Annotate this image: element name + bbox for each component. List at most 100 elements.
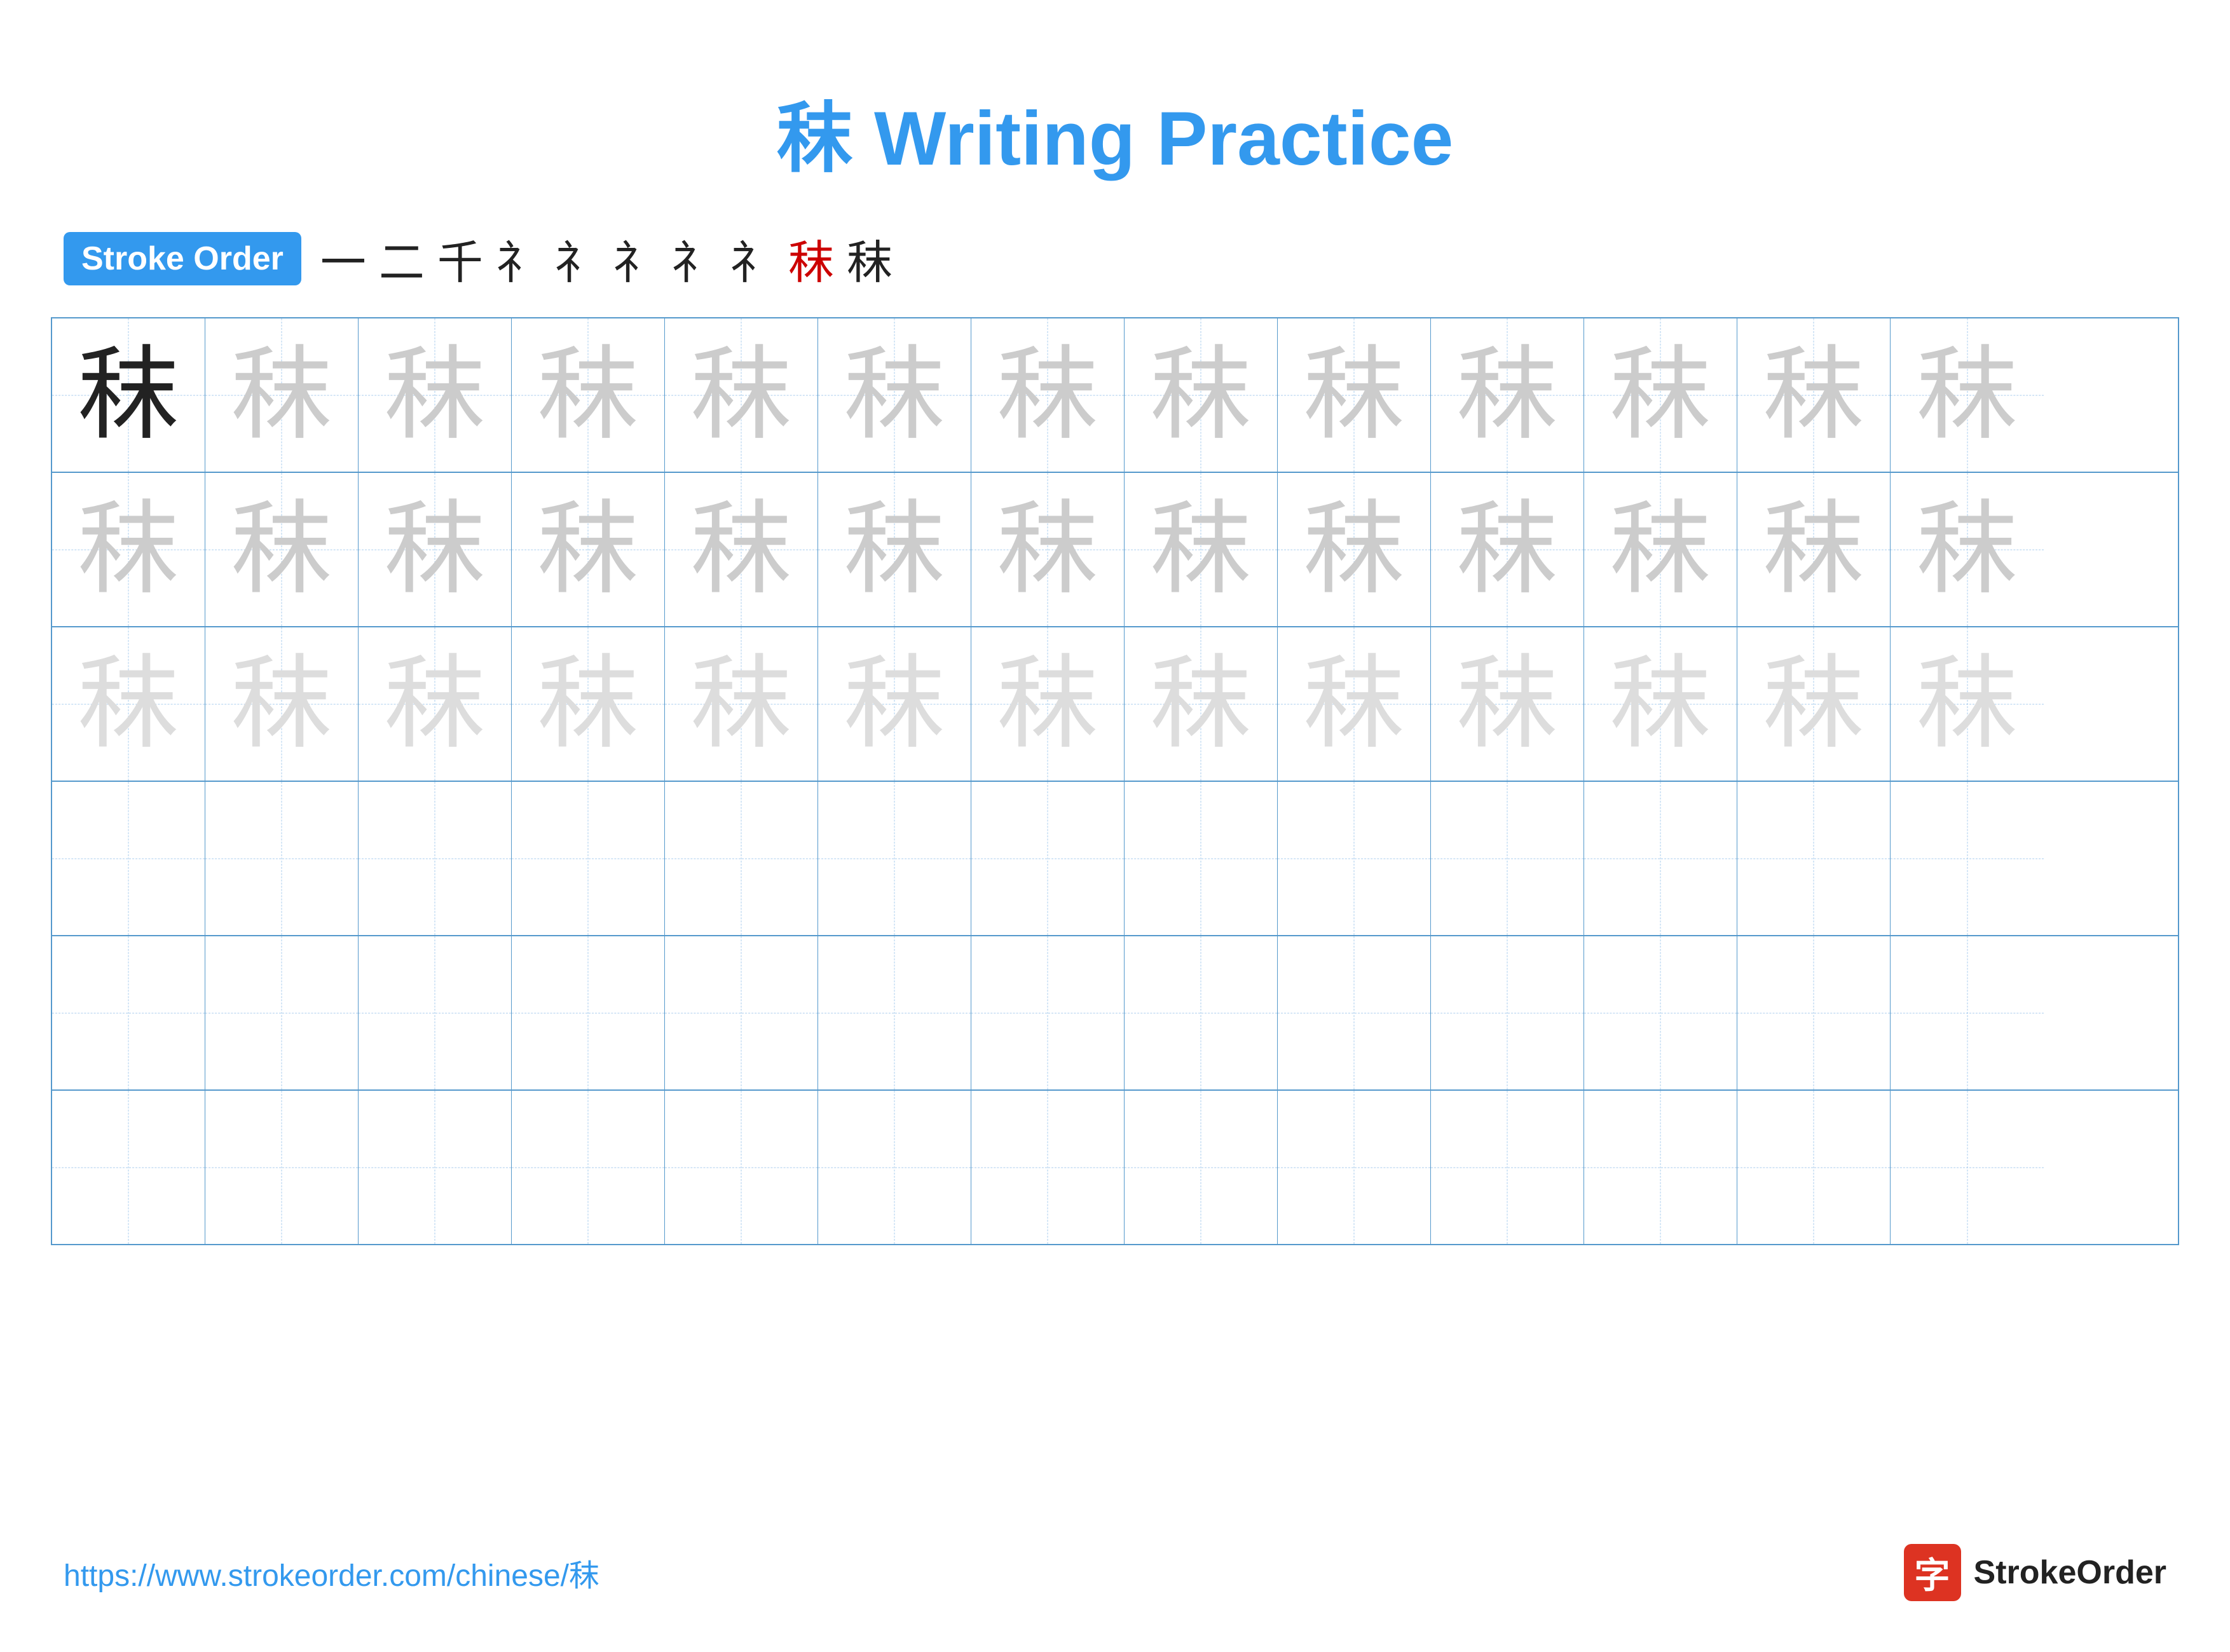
grid-cell-1-11[interactable]: 秣 <box>1584 318 1737 472</box>
grid-cell-5-9[interactable] <box>1278 936 1431 1089</box>
grid-cell-3-9[interactable]: 秣 <box>1278 627 1431 781</box>
grid-cell-3-1[interactable]: 秣 <box>52 627 205 781</box>
char-display: 秣 <box>78 653 179 755</box>
grid-cell-2-3[interactable]: 秣 <box>359 473 512 626</box>
grid-cell-6-4[interactable] <box>512 1091 665 1244</box>
char-display: 秣 <box>690 345 792 446</box>
grid-cell-3-12[interactable]: 秣 <box>1737 627 1891 781</box>
grid-cell-2-10[interactable]: 秣 <box>1431 473 1584 626</box>
grid-cell-6-1[interactable] <box>52 1091 205 1244</box>
grid-cell-4-8[interactable] <box>1125 782 1278 935</box>
grid-cell-1-4[interactable]: 秣 <box>512 318 665 472</box>
char-display: 秣 <box>844 499 945 601</box>
grid-cell-5-3[interactable] <box>359 936 512 1089</box>
grid-cell-2-12[interactable]: 秣 <box>1737 473 1891 626</box>
grid-cell-6-7[interactable] <box>971 1091 1125 1244</box>
char-display: 秣 <box>537 345 639 446</box>
grid-cell-6-13[interactable] <box>1891 1091 2044 1244</box>
grid-row-3: 秣 秣 秣 秣 秣 秣 秣 秣 秣 秣 秣 秣 秣 <box>52 627 2178 782</box>
grid-cell-4-6[interactable] <box>818 782 971 935</box>
grid-cell-3-2[interactable]: 秣 <box>205 627 359 781</box>
grid-cell-4-10[interactable] <box>1431 782 1584 935</box>
char-display: 秣 <box>1303 499 1405 601</box>
grid-cell-4-4[interactable] <box>512 782 665 935</box>
grid-cell-5-1[interactable] <box>52 936 205 1089</box>
grid-cell-6-6[interactable] <box>818 1091 971 1244</box>
grid-cell-4-9[interactable] <box>1278 782 1431 935</box>
grid-cell-3-3[interactable]: 秣 <box>359 627 512 781</box>
char-display: 秣 <box>690 653 792 755</box>
grid-cell-2-11[interactable]: 秣 <box>1584 473 1737 626</box>
grid-cell-6-9[interactable] <box>1278 1091 1431 1244</box>
grid-cell-1-2[interactable]: 秣 <box>205 318 359 472</box>
grid-cell-4-11[interactable] <box>1584 782 1737 935</box>
grid-cell-5-7[interactable] <box>971 936 1125 1089</box>
grid-cell-5-13[interactable] <box>1891 936 2044 1089</box>
grid-cell-3-6[interactable]: 秣 <box>818 627 971 781</box>
grid-cell-1-13[interactable]: 秣 <box>1891 318 2044 472</box>
grid-cell-1-8[interactable]: 秣 <box>1125 318 1278 472</box>
grid-cell-4-3[interactable] <box>359 782 512 935</box>
char-display: 秣 <box>537 499 639 601</box>
grid-cell-2-4[interactable]: 秣 <box>512 473 665 626</box>
stroke-step-2: 二 <box>379 225 425 292</box>
grid-row-5 <box>52 936 2178 1091</box>
grid-cell-4-12[interactable] <box>1737 782 1891 935</box>
grid-cell-6-3[interactable] <box>359 1091 512 1244</box>
grid-cell-5-4[interactable] <box>512 936 665 1089</box>
grid-cell-6-12[interactable] <box>1737 1091 1891 1244</box>
title-text: 秣 Writing Practice <box>777 96 1454 181</box>
grid-cell-4-7[interactable] <box>971 782 1125 935</box>
brand-name: StrokeOrder <box>1974 1553 2166 1592</box>
grid-cell-2-8[interactable]: 秣 <box>1125 473 1278 626</box>
grid-cell-5-8[interactable] <box>1125 936 1278 1089</box>
char-display: 秣 <box>384 345 486 446</box>
char-display: 秣 <box>1456 653 1558 755</box>
grid-cell-5-11[interactable] <box>1584 936 1737 1089</box>
grid-cell-5-12[interactable] <box>1737 936 1891 1089</box>
char-display: 秣 <box>1456 345 1558 446</box>
grid-cell-6-5[interactable] <box>665 1091 818 1244</box>
char-display: 秣 <box>231 345 332 446</box>
grid-cell-6-8[interactable] <box>1125 1091 1278 1244</box>
footer-url: https://www.strokeorder.com/chinese/秣 <box>64 1550 599 1595</box>
grid-cell-2-5[interactable]: 秣 <box>665 473 818 626</box>
grid-cell-2-1[interactable]: 秣 <box>52 473 205 626</box>
grid-cell-2-9[interactable]: 秣 <box>1278 473 1431 626</box>
grid-cell-3-10[interactable]: 秣 <box>1431 627 1584 781</box>
grid-cell-5-2[interactable] <box>205 936 359 1089</box>
grid-cell-1-10[interactable]: 秣 <box>1431 318 1584 472</box>
grid-cell-6-10[interactable] <box>1431 1091 1584 1244</box>
brand-icon: 字 <box>1904 1544 1961 1601</box>
char-display: 秣 <box>1763 653 1864 755</box>
grid-cell-6-11[interactable] <box>1584 1091 1737 1244</box>
grid-cell-1-12[interactable]: 秣 <box>1737 318 1891 472</box>
grid-cell-1-5[interactable]: 秣 <box>665 318 818 472</box>
grid-cell-1-1[interactable]: 秣 <box>52 318 205 472</box>
grid-cell-2-13[interactable]: 秣 <box>1891 473 2044 626</box>
grid-cell-1-9[interactable]: 秣 <box>1278 318 1431 472</box>
grid-cell-4-5[interactable] <box>665 782 818 935</box>
grid-cell-2-7[interactable]: 秣 <box>971 473 1125 626</box>
grid-cell-2-2[interactable]: 秣 <box>205 473 359 626</box>
char-display: 秣 <box>78 499 179 601</box>
footer: https://www.strokeorder.com/chinese/秣 字 … <box>64 1544 2166 1601</box>
grid-cell-5-5[interactable] <box>665 936 818 1089</box>
grid-cell-3-8[interactable]: 秣 <box>1125 627 1278 781</box>
grid-cell-3-4[interactable]: 秣 <box>512 627 665 781</box>
grid-cell-3-5[interactable]: 秣 <box>665 627 818 781</box>
grid-cell-4-13[interactable] <box>1891 782 2044 935</box>
grid-cell-3-11[interactable]: 秣 <box>1584 627 1737 781</box>
grid-cell-1-7[interactable]: 秣 <box>971 318 1125 472</box>
grid-cell-6-2[interactable] <box>205 1091 359 1244</box>
grid-cell-2-6[interactable]: 秣 <box>818 473 971 626</box>
grid-cell-5-6[interactable] <box>818 936 971 1089</box>
footer-brand: 字 StrokeOrder <box>1904 1544 2166 1601</box>
grid-cell-5-10[interactable] <box>1431 936 1584 1089</box>
grid-cell-3-7[interactable]: 秣 <box>971 627 1125 781</box>
grid-cell-1-6[interactable]: 秣 <box>818 318 971 472</box>
grid-cell-3-13[interactable]: 秣 <box>1891 627 2044 781</box>
grid-cell-4-1[interactable] <box>52 782 205 935</box>
grid-cell-1-3[interactable]: 秣 <box>359 318 512 472</box>
grid-cell-4-2[interactable] <box>205 782 359 935</box>
